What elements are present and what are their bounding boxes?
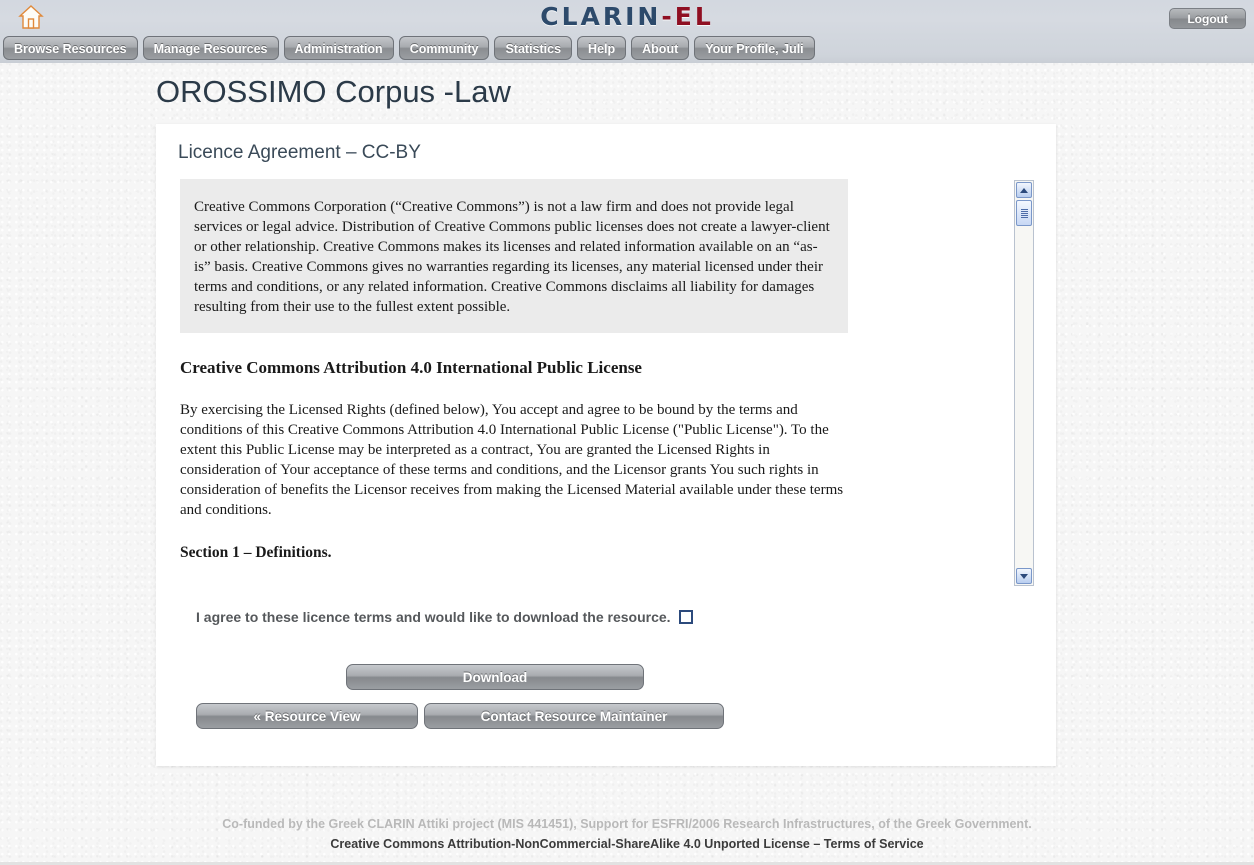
- footer-funding-text: Co-funded by the Greek CLARIN Attiki pro…: [222, 817, 1032, 831]
- site-header: CLARIN-EL Logout: [0, 0, 1254, 36]
- licence-section-heading: Section 1 – Definitions.: [180, 544, 332, 561]
- licence-card: Licence Agreement – CC-BY Creative Commo…: [156, 124, 1056, 766]
- footer-separator: –: [809, 837, 824, 851]
- scrollbar-thumb[interactable]: [1016, 200, 1032, 226]
- licence-disclaimer-text: Creative Commons Corporation (“Creative …: [194, 199, 830, 315]
- footer-terms-of-service-link[interactable]: Terms of Service: [824, 837, 924, 851]
- nav-item-community[interactable]: Community: [398, 36, 490, 60]
- nav-item-help[interactable]: Help: [577, 36, 627, 60]
- logout-button[interactable]: Logout: [1169, 8, 1246, 29]
- logo-el-text: -EL: [661, 2, 714, 31]
- scroll-up-arrow-icon[interactable]: [1016, 182, 1032, 198]
- nav-item-about[interactable]: About: [631, 36, 690, 60]
- licence-text-content: Creative Commons Corporation (“Creative …: [180, 179, 908, 562]
- card-title: Licence Agreement – CC-BY: [178, 142, 421, 163]
- main-navigation: Browse Resources Manage Resources Admini…: [0, 36, 1254, 63]
- agree-checkbox[interactable]: [678, 610, 693, 624]
- nav-item-browse-resources[interactable]: Browse Resources: [3, 36, 138, 60]
- nav-item-manage-resources[interactable]: Manage Resources: [142, 36, 279, 60]
- footer-licence-link[interactable]: Creative Commons Attribution-NonCommerci…: [330, 837, 810, 851]
- agree-checkbox-label: I agree to these licence terms and would…: [196, 609, 671, 625]
- footer-licence-line: Creative Commons Attribution-NonCommerci…: [0, 834, 1254, 854]
- scroll-down-arrow-icon[interactable]: [1016, 568, 1032, 584]
- nav-item-your-profile[interactable]: Your Profile, Juli: [694, 36, 815, 60]
- page-title: OROSSIMO Corpus -Law: [156, 74, 511, 109]
- licence-disclaimer-box: Creative Commons Corporation (“Creative …: [180, 179, 848, 333]
- nav-item-administration[interactable]: Administration: [283, 36, 394, 60]
- licence-body-text: By exercising the Licensed Rights (defin…: [180, 402, 844, 518]
- licence-scrollbar[interactable]: [1014, 180, 1034, 586]
- nav-item-statistics[interactable]: Statistics: [494, 36, 573, 60]
- resource-view-button[interactable]: « Resource View: [196, 703, 418, 729]
- licence-text-viewport[interactable]: Creative Commons Corporation (“Creative …: [180, 179, 908, 587]
- site-logo[interactable]: CLARIN-EL: [0, 2, 1254, 32]
- scrollbar-grip-icon: [1020, 208, 1028, 218]
- agree-row: I agree to these licence terms and would…: [196, 609, 693, 625]
- contact-resource-maintainer-button[interactable]: Contact Resource Maintainer: [424, 703, 724, 729]
- site-footer: Co-funded by the Greek CLARIN Attiki pro…: [0, 814, 1254, 854]
- download-button[interactable]: Download: [346, 664, 644, 690]
- licence-heading: Creative Commons Attribution 4.0 Interna…: [180, 358, 642, 377]
- logo-clarin-text: CLARIN: [540, 2, 662, 31]
